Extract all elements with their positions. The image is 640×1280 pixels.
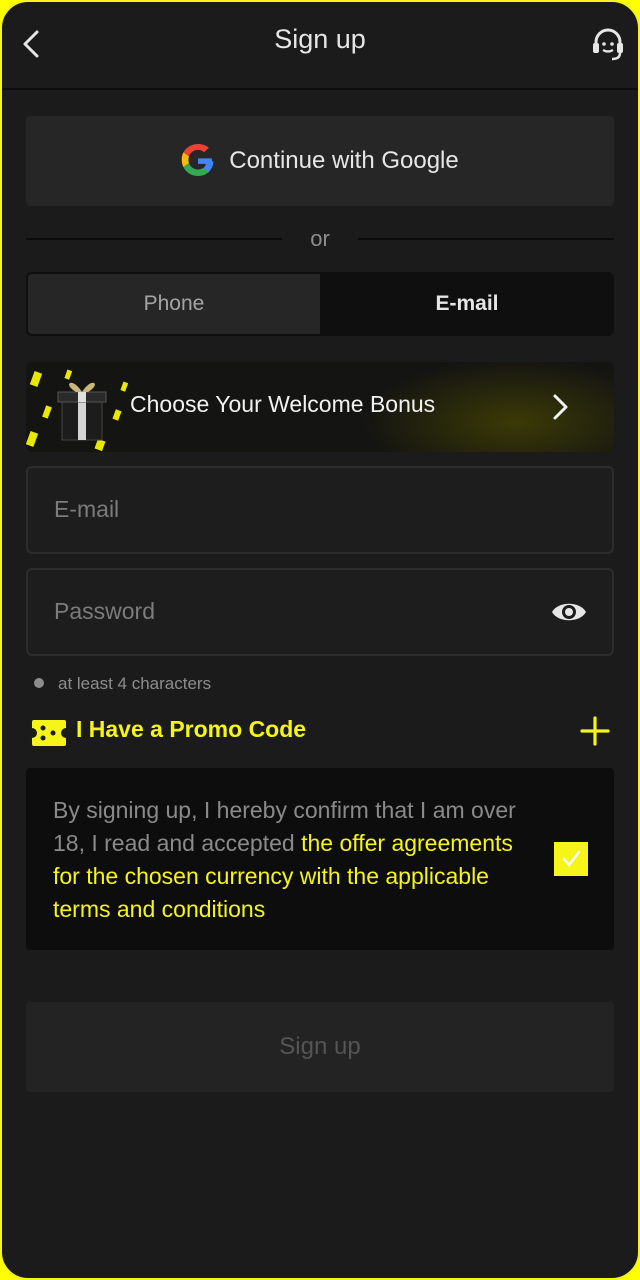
gift-box-icon	[26, 369, 129, 452]
email-field[interactable]: E-mail	[26, 466, 614, 554]
terms-panel: By signing up, I hereby confirm that I a…	[26, 768, 614, 950]
terms-text: By signing up, I hereby confirm that I a…	[53, 794, 543, 926]
chevron-right-icon	[553, 394, 568, 420]
checkmark-icon	[562, 850, 581, 867]
plus-icon	[580, 716, 610, 746]
terms-checkbox[interactable]	[554, 842, 588, 876]
password-placeholder: Password	[54, 598, 155, 624]
email-placeholder: E-mail	[54, 496, 120, 522]
promo-code-toggle[interactable]: I Have a Promo Code	[28, 714, 618, 750]
tab-phone[interactable]: Phone	[28, 274, 320, 334]
signup-button[interactable]: Sign up	[26, 1002, 614, 1092]
eye-icon[interactable]	[550, 598, 588, 626]
password-requirement: at least 4 characters	[34, 674, 211, 694]
signup-method-tabs: Phone E-mail	[26, 272, 614, 336]
password-hint-text: at least 4 characters	[58, 674, 212, 693]
bullet-icon	[34, 678, 44, 688]
welcome-bonus-label: Choose Your Welcome Bonus	[130, 391, 436, 417]
top-bar: Sign up	[2, 2, 638, 90]
password-field[interactable]: Password	[26, 568, 614, 656]
welcome-bonus-banner[interactable]: Choose Your Welcome Bonus	[26, 362, 614, 452]
ticket-icon	[32, 720, 66, 746]
tab-email[interactable]: E-mail	[322, 274, 612, 334]
headset-support-icon[interactable]	[590, 26, 626, 62]
signup-screen: Sign up Continue with Google or Phone E-…	[0, 0, 640, 1280]
page-title: Sign up	[274, 24, 366, 54]
google-logo-icon	[181, 144, 214, 176]
promo-code-label: I Have a Promo Code	[76, 716, 307, 742]
divider-right	[358, 238, 614, 240]
continue-with-google-button[interactable]: Continue with Google	[26, 116, 614, 206]
google-button-label: Continue with Google	[229, 147, 459, 174]
